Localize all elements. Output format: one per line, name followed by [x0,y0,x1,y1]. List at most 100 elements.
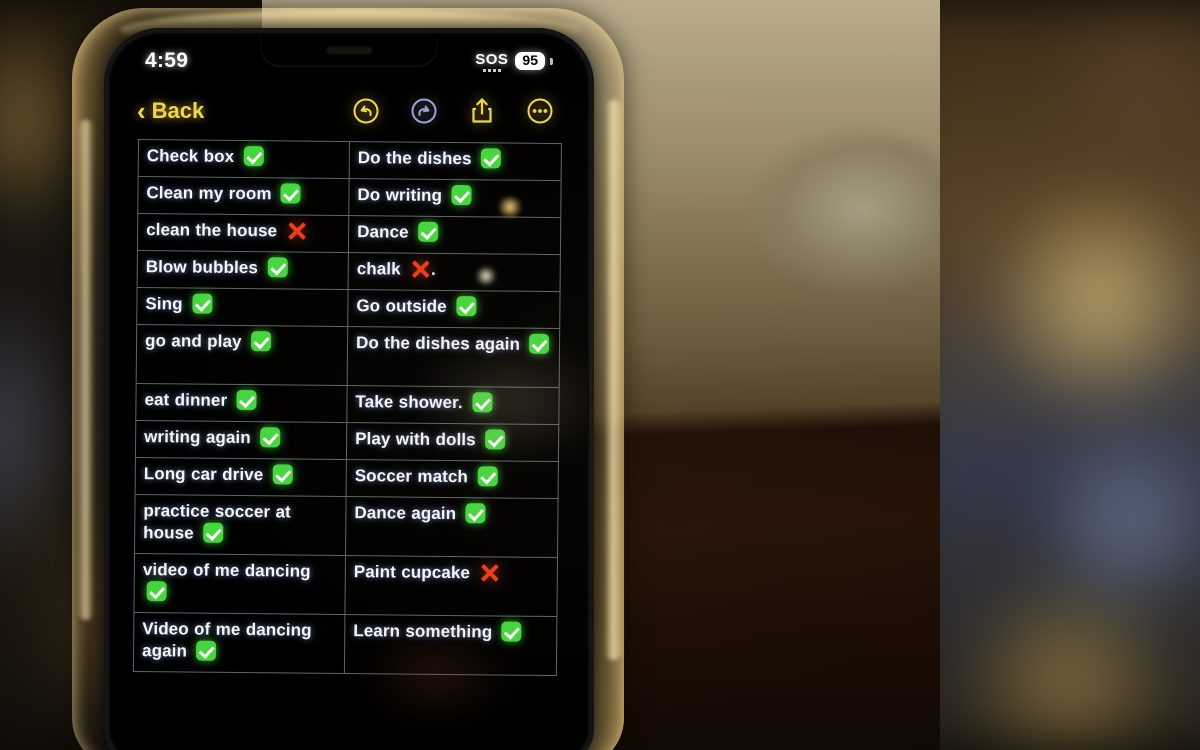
status-time: 4:59 [145,49,189,72]
checklist-cell-right[interactable]: Do the dishes [349,142,562,181]
check-mark-icon [455,296,477,317]
check-mark-icon [243,146,264,167]
checklist-item-text: eat dinner [144,389,257,411]
checklist-cell-left[interactable]: writing again [134,420,348,460]
checklist-cell-right[interactable]: Go outside [348,290,561,329]
checklist-item-text: Soccer match [355,466,498,487]
cross-mark-icon [410,259,431,280]
checklist-cell-left[interactable]: practice soccer at house [134,494,347,556]
checklist-row[interactable]: video of me dancing Paint cupcake [133,553,558,618]
undo-icon[interactable] [351,96,381,126]
checklist-cell-left[interactable]: video of me dancing [133,553,347,615]
checklist-cell-right[interactable]: Take shower. [347,386,560,425]
checklist-cell-right[interactable]: Do the dishes again [347,327,561,388]
checklist-cell-right[interactable]: Paint cupcake [345,556,558,617]
checklist-row[interactable]: Sing Go outside [136,287,561,330]
checklist-item-text: Take shower. [355,392,493,413]
checklist-cell-left[interactable]: Clean my room [137,176,350,216]
checklist-cell-left[interactable]: Check box [137,139,350,179]
checklist-item-text: Sing [145,293,213,314]
cross-mark-icon [479,562,500,583]
cross-mark-icon [286,220,307,241]
checklist-cell-right[interactable]: Play with dolls [346,423,560,462]
checklist-item-text: Do the dishes again [356,333,550,354]
toolbar-actions [351,96,561,126]
status-bar: 4:59 SOS 95 [111,43,587,79]
checklist-row[interactable]: clean the house Dance [136,213,562,256]
checklist-cell-right[interactable]: Dance again [346,497,559,558]
checklist-cell-right[interactable]: Soccer match [346,460,559,499]
checklist-cell-left[interactable]: Sing [136,287,349,327]
checklist-item-text: Go outside [356,296,477,317]
checklist-cell-right[interactable]: chalk . [348,253,561,292]
note-body[interactable]: Check box Do the dishes Clean my room Do… [111,139,587,750]
check-mark-icon [272,464,293,485]
checklist-cell-right[interactable]: Dance [348,216,562,255]
checklist-item-text: Clean my room [146,183,302,204]
sos-indicator: SOS [475,51,508,72]
more-icon[interactable] [525,96,555,126]
checklist-item-text: chalk . [356,259,436,280]
checklist-row[interactable]: practice soccer at house Dance again [134,494,559,559]
checklist-cell-left[interactable]: Blow bubbles [136,250,349,290]
checklist-cell-left[interactable]: go and play [135,324,349,386]
checklist-row[interactable]: Blow bubbles chalk . [136,250,561,293]
phone-screen: 4:59 SOS 95 ‹ Back Check box Do the dish… [111,35,587,750]
check-mark-icon [529,333,550,354]
checklist-row[interactable]: writing again Play with dolls [134,420,560,463]
redo-icon[interactable] [409,96,439,126]
checklist-item-text: video of me dancing [143,560,311,602]
back-button[interactable]: ‹ Back [137,98,204,124]
checklist-cell-right[interactable]: Learn something [344,615,558,676]
smartphone-device: 4:59 SOS 95 ‹ Back Check box Do the dish… [104,28,594,750]
checklist-item-text: Learn something [353,621,522,642]
checklist-item-text: Check box [147,146,264,167]
check-mark-icon [501,621,522,642]
checklist-item-text: go and play [145,331,272,352]
check-mark-icon [477,466,498,487]
battery-tip-icon [550,57,553,65]
checklist-table[interactable]: Check box Do the dishes Clean my room Do… [132,139,562,677]
checklist-item-text: Video of me dancing again [141,619,312,661]
checklist-cell-left[interactable]: Long car drive [134,457,347,497]
carrier-label: SOS [475,50,509,68]
checklist-item-text: Paint cupcake [354,562,501,582]
checklist-row[interactable]: Video of me dancing again Learn somethin… [132,612,558,677]
check-mark-icon [146,581,167,602]
signal-dots-icon [482,68,501,72]
check-mark-icon [465,503,486,524]
check-mark-icon [203,522,224,543]
checklist-row[interactable]: eat dinner Take shower. [135,383,560,426]
checklist-row[interactable]: Clean my room Do writing [137,176,562,219]
checklist-item-tail: . [430,259,436,279]
chevron-left-icon: ‹ [137,96,146,126]
share-icon[interactable] [467,96,497,126]
checklist-row[interactable]: Check box Do the dishes [137,139,562,182]
checklist-cell-left[interactable]: clean the house [136,213,350,253]
note-toolbar: ‹ Back [111,87,587,135]
blurred-right-edge [900,0,1200,750]
back-button-label: Back [151,98,205,123]
checklist-cell-right[interactable]: Do writing [349,179,562,218]
photo-scene: 4:59 SOS 95 ‹ Back Check box Do the dish… [0,0,1200,750]
status-right-group: SOS 95 [475,51,553,72]
check-mark-icon [471,392,493,413]
checklist-item-text: writing again [144,427,281,448]
check-mark-icon [191,293,213,314]
checklist-item-text: clean the house [146,220,307,241]
checklist-item-text: Dance again [354,503,486,524]
checklist-cell-left[interactable]: Video of me dancing again [132,612,346,674]
checklist-row[interactable]: go and play Do the dishes again [135,324,561,389]
check-mark-icon [250,331,272,352]
check-mark-icon [451,185,472,206]
checklist-row[interactable]: Long car drive Soccer match [134,457,559,500]
checklist-cell-left[interactable]: eat dinner [135,383,348,423]
check-mark-icon [417,221,439,242]
checklist-item-text: practice soccer at house [143,501,291,543]
checklist-item-text: Play with dolls [355,429,506,450]
check-mark-icon [280,183,302,204]
check-mark-icon [260,427,281,448]
checklist-item-text: Blow bubbles [146,257,288,278]
check-mark-icon [484,429,506,450]
check-mark-icon [480,148,502,169]
